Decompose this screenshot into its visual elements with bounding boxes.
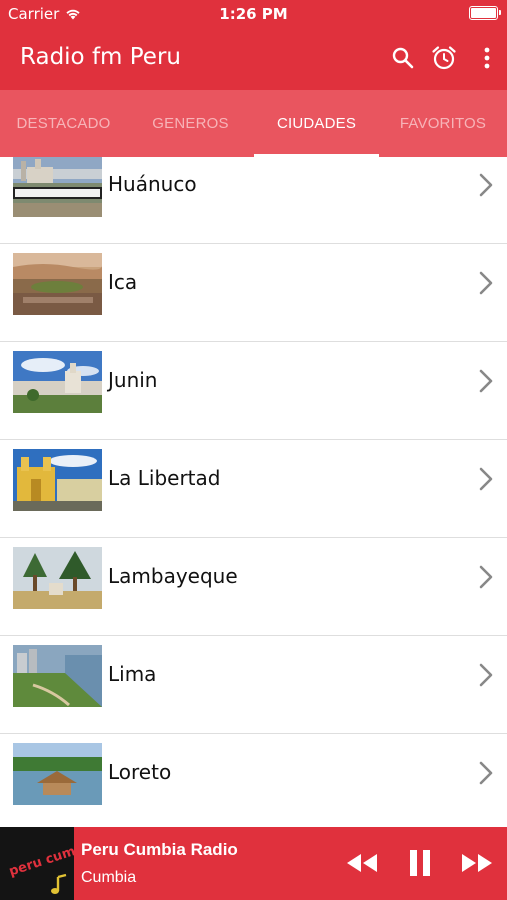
city-name: Lambayeque (108, 564, 238, 588)
tab-label: CIUDADES (276, 115, 357, 132)
search-icon (392, 47, 414, 69)
battery-icon (469, 6, 501, 20)
city-thumbnail (13, 449, 102, 511)
tab-bar: DESTACADO GENEROS CIUDADES FAVORITOS (0, 90, 507, 157)
station-logo: peru cumbia (0, 827, 74, 900)
now-playing-bar[interactable]: peru cumbia Peru Cumbia Radio Cumbia (0, 827, 507, 900)
fast-forward-icon (462, 854, 492, 872)
chevron-right-icon (479, 565, 493, 589)
station-name: Peru Cumbia Radio (81, 840, 238, 859)
chevron-right-icon (479, 173, 493, 197)
more-vert-icon (484, 47, 490, 69)
city-thumbnail (13, 253, 102, 315)
chevron-right-icon (479, 663, 493, 687)
list-item-huanuco[interactable]: Huánuco (0, 157, 507, 244)
alarm-button[interactable] (429, 42, 459, 74)
search-button[interactable] (388, 42, 418, 74)
list-item-junin[interactable]: Junin (0, 342, 507, 440)
city-thumbnail (13, 743, 102, 805)
city-name: La Libertad (108, 466, 221, 490)
more-options-button[interactable] (472, 42, 502, 74)
chevron-right-icon (479, 761, 493, 785)
city-thumbnail (13, 547, 102, 609)
list-item-lima[interactable]: Lima (0, 636, 507, 734)
status-bar: Carrier 1:26 PM (0, 0, 507, 28)
city-name: Lima (108, 662, 157, 686)
list-item-loreto[interactable]: Loreto (0, 734, 507, 827)
chevron-right-icon (479, 369, 493, 393)
chevron-right-icon (479, 271, 493, 295)
pause-icon (410, 850, 430, 876)
city-name: Huánuco (108, 172, 197, 196)
rewind-button[interactable] (344, 847, 380, 879)
city-list[interactable]: Huánuco Ica Junin La Libertad Lambayeque… (0, 157, 507, 827)
app-title: Radio fm Peru (20, 44, 181, 70)
app-bar: Radio fm Peru (0, 28, 507, 90)
clock: 1:26 PM (219, 5, 288, 23)
city-name: Loreto (108, 760, 172, 784)
fast-forward-button[interactable] (459, 847, 495, 879)
alarm-icon (432, 46, 456, 70)
city-name: Junin (108, 368, 158, 392)
city-thumbnail (13, 157, 102, 217)
tab-favoritos[interactable]: FAVORITOS (379, 90, 507, 157)
pause-button[interactable] (405, 847, 435, 879)
tab-destacado[interactable]: DESTACADO (0, 90, 127, 157)
list-item-la-libertad[interactable]: La Libertad (0, 440, 507, 538)
city-name: Ica (108, 270, 138, 294)
tab-generos[interactable]: GENEROS (127, 90, 254, 157)
tab-label: FAVORITOS (399, 115, 487, 132)
rewind-icon (347, 854, 377, 872)
station-genre: Cumbia (81, 869, 137, 886)
list-item-ica[interactable]: Ica (0, 244, 507, 342)
city-thumbnail (13, 351, 102, 413)
list-item-lambayeque[interactable]: Lambayeque (0, 538, 507, 636)
tab-label: GENEROS (152, 115, 229, 132)
city-thumbnail (13, 645, 102, 707)
chevron-right-icon (479, 467, 493, 491)
tab-label: DESTACADO (16, 115, 111, 132)
tab-ciudades[interactable]: CIUDADES (254, 90, 379, 157)
